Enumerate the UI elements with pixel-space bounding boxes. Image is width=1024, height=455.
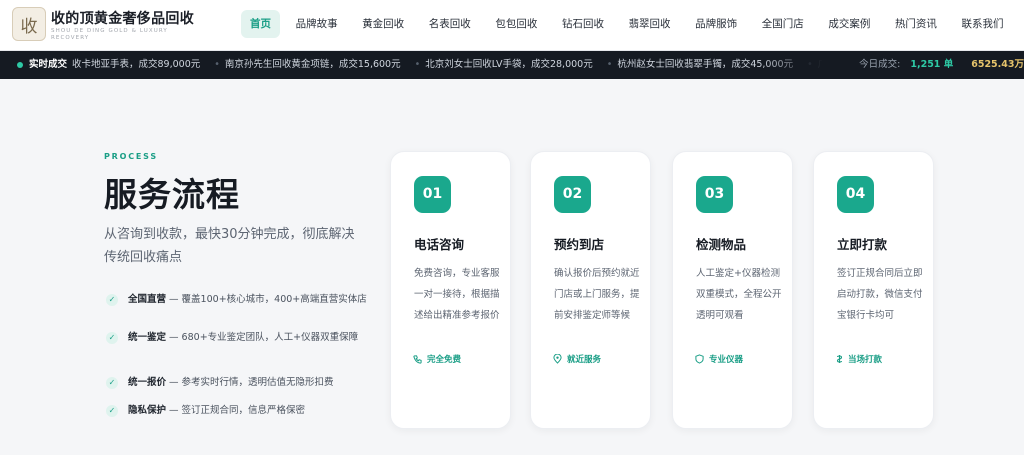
step-tag: 完全免费 (413, 353, 461, 365)
ticker-item: 收卡地亚手表，成交89,000元 (72, 51, 200, 79)
location-icon (553, 354, 562, 364)
ticker-separator: • (606, 59, 613, 70)
nav-item-6[interactable]: 翡翠回收 (620, 10, 680, 38)
feature-item: ✓ 统一鉴定 — 680+专业鉴定团队，人工+仪器双重保障 (106, 329, 371, 374)
nav-item-5[interactable]: 钻石回收 (553, 10, 613, 38)
step-card-3[interactable]: 03 检测物品 人工鉴定+仪器检测双重模式，全程公开透明可观看 专业仪器 (672, 151, 793, 429)
main-nav: 首页 品牌故事 黄金回收 名表回收 包包回收 钻石回收 翡翠回收 品牌服饰 全国门店 成交案例 热门… (241, 10, 1019, 38)
nav-item-3[interactable]: 名表回收 (420, 10, 480, 38)
feature-title: 统一鉴定 (128, 332, 167, 343)
check-icon: ✓ (106, 377, 118, 389)
section-eyebrow: PROCESS (104, 152, 158, 161)
step-tag-label: 当场打款 (848, 355, 883, 365)
feature-title: 隐私保护 (128, 405, 167, 416)
step-title: 立即打款 (837, 237, 888, 252)
shield-icon (695, 354, 704, 364)
today-orders: 1,251 单 (910, 59, 954, 70)
step-tag: 就近服务 (553, 353, 601, 365)
step-text: 签订正规合同后立即启动打款，微信支付宝银行卡均可 (837, 268, 923, 321)
check-icon: ✓ (106, 294, 118, 306)
feature-title: 全国直营 (128, 294, 167, 305)
today-amount: 6525.43万 (971, 59, 1024, 70)
feature-text: — 参考实时行情，透明估值无隐形扣费 (166, 377, 334, 388)
ticker-item-text: 南京孙先生回收黄金项链，成交15,600元 (224, 59, 401, 70)
step-number: 04 (837, 176, 874, 213)
brand-subtitle: SHOU DE DING GOLD & LUXURY RECOVERY (51, 28, 168, 41)
live-dot-icon (17, 62, 23, 68)
ticker-item-text: 北京刘女士回收LV手袋，成交28,000元 (425, 59, 593, 70)
step-number: 03 (696, 176, 733, 213)
nav-item-0[interactable]: 首页 (241, 10, 280, 38)
feature-item: ✓ 全国直营 — 覆盖100+核心城市，400+高端直营实体店 (106, 291, 371, 329)
step-tag-label: 专业仪器 (709, 355, 744, 365)
today-stats-label: 今日成交: (859, 59, 901, 70)
ticker-fade (760, 51, 850, 79)
today-stats: 今日成交: 1,251 单 6525.43万 (859, 51, 1024, 79)
nav-item-7[interactable]: 品牌服饰 (686, 10, 746, 38)
brand-name[interactable]: 收的顶黄金奢侈品回收 (51, 8, 194, 28)
ticker-separator: • (214, 59, 220, 70)
live-deals-ticker: 实时成交 收卡地亚手表，成交89,000元 • 南京孙先生回收黄金项链，成交15,6… (0, 51, 1024, 79)
ticker-label: 实时成交 (29, 59, 68, 70)
step-text: 确认报价后预约就近门店或上门服务，提前安排鉴定师等候 (554, 268, 640, 321)
check-icon: ✓ (106, 332, 118, 344)
nav-item-4[interactable]: 包包回收 (486, 10, 546, 38)
phone-icon (413, 354, 422, 364)
feature-text: — 覆盖100+核心城市，400+高端直营实体店 (166, 294, 367, 305)
feature-title: 统一报价 (128, 377, 167, 388)
ticker-item: • 北京刘女士回收LV手袋，成交28,000元 (415, 51, 593, 79)
ticker-track: 收卡地亚手表，成交89,000元 • 南京孙先生回收黄金项链，成交15,600元 • 北… (72, 51, 822, 79)
feature-list: ✓ 全国直营 — 覆盖100+核心城市，400+高端直营实体店 ✓ 统一鉴定 — 6… (106, 291, 371, 422)
nav-item-10[interactable]: 热门资讯 (886, 10, 946, 38)
nav-item-9[interactable]: 成交案例 (819, 10, 879, 38)
step-text: 免费咨询，专业客服一对一接待，根据描述给出精准参考报价 (414, 268, 500, 321)
nav-item-1[interactable]: 品牌故事 (287, 10, 347, 38)
step-card-4[interactable]: 04 立即打款 签订正规合同后立即启动打款，微信支付宝银行卡均可 当场打款 (813, 151, 934, 429)
step-title: 预约到店 (554, 237, 605, 252)
step-text: 人工鉴定+仪器检测双重模式，全程公开透明可观看 (696, 268, 782, 321)
step-number: 02 (554, 176, 591, 213)
ticker-separator: • (414, 59, 421, 70)
step-card-1[interactable]: 01 电话咨询 免费咨询，专业客服一对一接待，根据描述给出精准参考报价 完全免费 (390, 151, 511, 429)
feature-text: — 签订正规合同，信息严格保密 (166, 405, 306, 416)
money-icon (836, 355, 843, 363)
site-header: 收 收的顶黄金奢侈品回收 SHOU DE DING GOLD & LUXURY … (0, 0, 1024, 51)
step-tag-label: 就近服务 (567, 355, 602, 365)
section-title: 服务流程 (104, 175, 240, 214)
feature-item: ✓ 统一报价 — 参考实时行情，透明估值无隐形扣费 (106, 374, 371, 402)
step-title: 电话咨询 (414, 237, 465, 252)
step-tag-label: 完全免费 (427, 355, 462, 365)
step-tag: 当场打款 (836, 353, 882, 365)
check-icon: ✓ (106, 405, 118, 417)
step-number: 01 (414, 176, 451, 213)
feature-text: — 680+专业鉴定团队，人工+仪器双重保障 (166, 332, 359, 343)
nav-item-8[interactable]: 全国门店 (753, 10, 813, 38)
nav-item-11[interactable]: 联系我们 (953, 10, 1013, 38)
nav-item-2[interactable]: 黄金回收 (353, 10, 413, 38)
ticker-item-text: 收卡地亚手表，成交89,000元 (72, 59, 201, 70)
step-card-2[interactable]: 02 预约到店 确认报价后预约就近门店或上门服务，提前安排鉴定师等候 就近服务 (530, 151, 651, 429)
ticker-item: • 南京孙先生回收黄金项链，成交15,600元 (214, 51, 400, 79)
logo-icon[interactable]: 收 (12, 7, 46, 41)
feature-item: ✓ 隐私保护 — 签订正规合同，信息严格保密 (106, 402, 371, 422)
step-title: 检测物品 (696, 237, 747, 252)
step-tag: 专业仪器 (695, 353, 743, 365)
section-description: 从咨询到收款，最快30分钟完成，彻底解决传统回收痛点 (104, 227, 355, 265)
